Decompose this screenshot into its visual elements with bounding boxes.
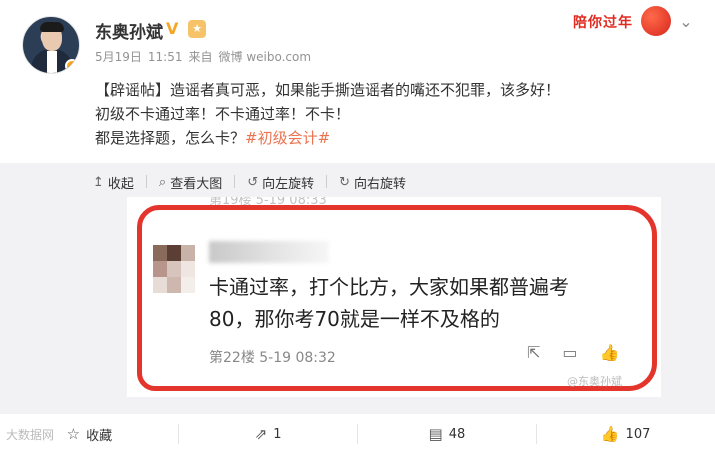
hashtag-link[interactable]: #初级会计# bbox=[245, 129, 330, 147]
post-line-3: 都是选择题，怎么卡？#初级会计# bbox=[95, 126, 695, 150]
toolbar-divider bbox=[145, 175, 147, 188]
member-icon[interactable]: ★ bbox=[188, 20, 206, 38]
rotate-left-icon: ↺ bbox=[247, 174, 259, 190]
toolbar-divider bbox=[326, 175, 328, 188]
comment-count: 48 bbox=[448, 426, 466, 442]
view-large-button[interactable]: ⌕ 查看大图 bbox=[159, 172, 222, 192]
toolbar-divider bbox=[234, 175, 236, 188]
zoom-icon: ⌕ bbox=[158, 174, 167, 190]
verified-badge-icon bbox=[65, 59, 79, 73]
rotate-right-label: 向右旋转 bbox=[354, 176, 407, 192]
corner-watermark: 大数据网 bbox=[6, 428, 55, 442]
rotate-right-icon: ↻ bbox=[339, 174, 351, 190]
verified-v-icon: V bbox=[166, 19, 179, 38]
arrow-up-icon: ↥ bbox=[93, 174, 104, 190]
post-line-3-text: 都是选择题，怎么卡？ bbox=[95, 129, 246, 147]
image-actions: ⇱ ▭ 👍 bbox=[527, 343, 619, 362]
media-toolbar: ↥ 收起 ⌕ 查看大图 ↺ 向左旋转 ↻ 向右旋转 bbox=[93, 172, 420, 192]
post-meta: 5月19日 11:51 来自 微博 weibo.com bbox=[95, 48, 317, 65]
favorite-label: 收藏 bbox=[86, 428, 113, 444]
floor-info: 第22楼 5-19 08:32 bbox=[209, 350, 336, 366]
comment-icon: ▭ bbox=[562, 343, 578, 362]
footer-divider bbox=[357, 424, 358, 444]
repost-icon: ⇗ bbox=[254, 425, 268, 443]
like-button[interactable]: 👍 107 bbox=[536, 414, 715, 454]
collapse-button[interactable]: ↥ 收起 bbox=[93, 172, 134, 192]
post-line-2: 初级不卡通过率！不卡通过率！不卡！ bbox=[95, 105, 351, 123]
image-watermark: @东奥孙斌 bbox=[567, 375, 622, 388]
share-icon: ⇱ bbox=[527, 343, 541, 362]
footer-divider bbox=[536, 424, 537, 444]
post-date[interactable]: 5月19日 bbox=[95, 50, 142, 64]
quote-line-2: 80，那你考70就是一样不及格的 bbox=[209, 307, 500, 331]
rotate-left-label: 向左旋转 bbox=[262, 176, 315, 192]
rotate-right-button[interactable]: ↻ 向右旋转 bbox=[339, 172, 406, 192]
post-time[interactable]: 11:51 bbox=[148, 50, 183, 64]
quoted-comment: 卡通过率，打个比方，大家如果都普遍考 80，那你考70就是一样不及格的 bbox=[209, 271, 649, 335]
new-year-badge[interactable]: 陪你过年 bbox=[571, 6, 671, 36]
repost-button[interactable]: ⇗ 1 bbox=[179, 414, 358, 454]
mosaic-avatar bbox=[153, 245, 195, 293]
repost-count: 1 bbox=[273, 426, 282, 442]
comment-button[interactable]: ▤ 48 bbox=[358, 414, 537, 454]
collapse-label: 收起 bbox=[107, 176, 134, 192]
thumbs-up-icon: 👍 bbox=[600, 425, 620, 443]
star-icon: ☆ bbox=[66, 425, 81, 443]
chevron-down-icon[interactable]: ⌄ bbox=[676, 12, 696, 32]
post-image[interactable]: 第19楼 5-19 08:33 卡通过率，打个比方，大家如果都普遍考 80，那你… bbox=[127, 197, 661, 397]
quote-line-1: 卡通过率，打个比方，大家如果都普遍考 bbox=[209, 275, 569, 299]
username[interactable]: 东奥孙斌 bbox=[95, 18, 163, 43]
post-source[interactable]: 微博 weibo.com bbox=[219, 50, 312, 64]
blurred-username bbox=[209, 241, 329, 263]
rotate-left-button[interactable]: ↺ 向左旋转 bbox=[247, 172, 314, 192]
footer-divider bbox=[178, 424, 179, 444]
post-line-1: 【辟谣帖】造谣者真可恶，如果能手撕造谣者的嘴还不犯罪，该多好！ bbox=[95, 81, 561, 99]
post-header: 东奥孙斌 V ★ 5月19日 11:51 来自 微博 weibo.com 陪你过年 ⌄ bbox=[0, 0, 715, 80]
post-text: 【辟谣帖】造谣者真可恶，如果能手撕造谣者的嘴还不犯罪，该多好！ 初级不卡通过率！… bbox=[95, 78, 695, 150]
lantern-icon bbox=[641, 6, 671, 36]
action-bar: ☆ 收藏 ⇗ 1 ▤ 48 👍 107 bbox=[0, 414, 715, 454]
view-large-label: 查看大图 bbox=[170, 176, 223, 192]
comment-icon: ▤ bbox=[428, 425, 443, 443]
new-year-text: 陪你过年 bbox=[573, 15, 633, 31]
source-prefix: 来自 bbox=[188, 50, 213, 64]
avatar[interactable] bbox=[22, 16, 80, 74]
thumbs-up-icon: 👍 bbox=[599, 343, 620, 362]
like-count: 107 bbox=[625, 426, 651, 442]
